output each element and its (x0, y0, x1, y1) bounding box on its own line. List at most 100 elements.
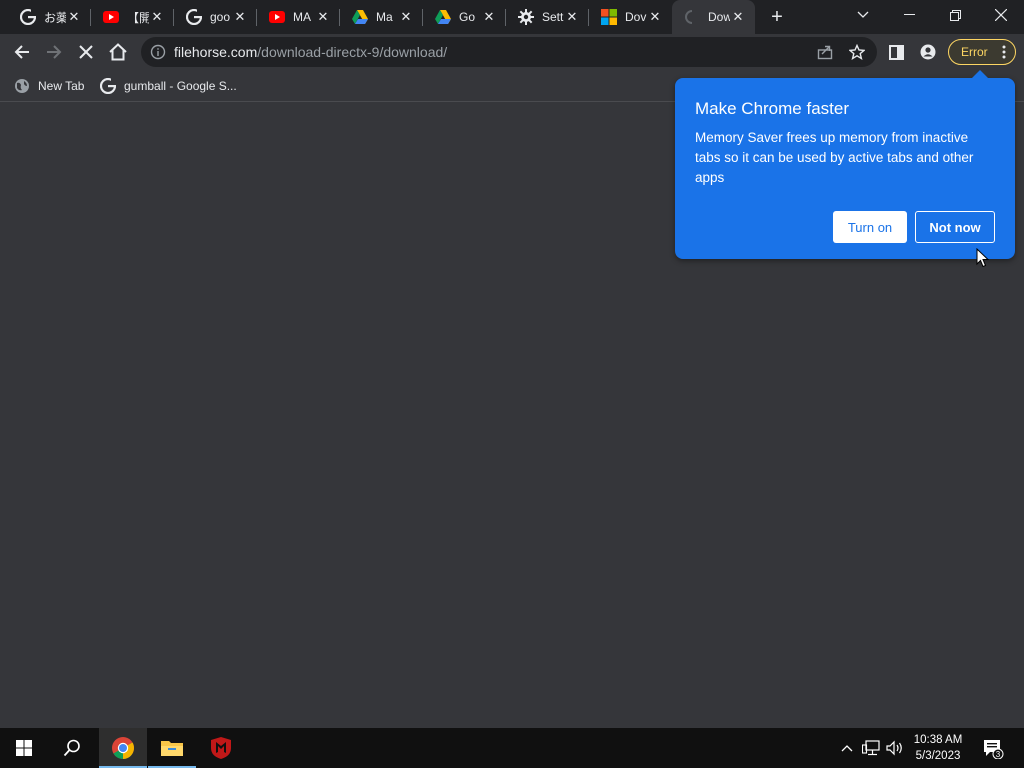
clock-date: 5/3/2023 (915, 750, 961, 762)
google-g-icon (100, 78, 116, 94)
tab-strip: お薬 ✕ 【開 ✕ goo ✕ MA ✕ Ma ✕ Go ✕ Sett ✕ Do… (0, 0, 1024, 34)
taskbar-chrome[interactable] (99, 728, 147, 768)
tab-title: Dow (708, 10, 730, 24)
memory-saver-dialog: Make Chrome faster Memory Saver frees up… (675, 70, 1015, 259)
tab-search-button[interactable] (840, 0, 886, 30)
youtube-icon (269, 9, 285, 25)
not-now-button[interactable]: Not now (915, 211, 995, 243)
new-tab-button[interactable]: + (766, 6, 788, 28)
close-icon[interactable]: ✕ (149, 9, 165, 25)
bookmark-label: gumball - Google S... (124, 79, 237, 93)
popup-arrow (972, 70, 988, 78)
home-button[interactable] (104, 38, 132, 66)
close-icon[interactable]: ✕ (66, 9, 82, 25)
close-icon[interactable]: ✕ (564, 9, 580, 25)
network-button[interactable] (860, 728, 882, 768)
notification-count: 3 (996, 750, 1001, 759)
restore-button[interactable] (932, 0, 978, 30)
mouse-cursor-icon (976, 248, 990, 268)
tab-title: Ma (376, 10, 393, 24)
search-button[interactable] (48, 728, 96, 768)
network-icon (862, 740, 880, 756)
folder-icon (161, 741, 183, 756)
chrome-icon (112, 737, 134, 759)
address-bar[interactable]: filehorse.com/download-directx-9/downloa… (141, 37, 877, 67)
tab-8[interactable]: Dov ✕ (589, 0, 672, 34)
globe-icon (15, 79, 29, 93)
bookmark-star-icon[interactable] (847, 42, 867, 62)
search-icon (63, 739, 80, 757)
tab-title: Dov (625, 10, 647, 24)
chevron-up-icon (841, 745, 853, 752)
tab-title: goo (210, 10, 231, 24)
youtube-icon (103, 9, 119, 25)
side-panel-button[interactable] (882, 38, 910, 66)
close-icon[interactable]: ✕ (232, 9, 248, 25)
speaker-icon (886, 740, 902, 756)
forward-button[interactable] (40, 38, 68, 66)
bookmark-gumball[interactable]: gumball - Google S... (100, 76, 237, 96)
google-g-icon (186, 9, 202, 25)
taskbar-file-explorer[interactable] (148, 728, 196, 768)
taskbar-mcafee[interactable] (198, 728, 244, 768)
url-path: /download-directx-9/download/ (257, 44, 448, 60)
profile-button[interactable] (914, 38, 942, 66)
restore-icon (949, 9, 961, 21)
close-icon (79, 45, 93, 59)
clock-time: 10:38 AM (913, 734, 963, 746)
tab-3[interactable]: goo ✕ (174, 0, 257, 34)
action-center-button[interactable]: 3 (976, 728, 1010, 768)
close-window-button[interactable] (978, 0, 1024, 30)
bookmark-new-tab[interactable]: New Tab (14, 76, 84, 96)
close-icon[interactable]: ✕ (730, 9, 746, 25)
clock[interactable]: 10:38 AM 5/3/2023 (906, 732, 970, 764)
arrow-right-icon (47, 45, 62, 59)
tab-title: Sett (542, 10, 564, 24)
microsoft-icon (601, 9, 617, 25)
loading-spinner-icon (684, 9, 700, 25)
mcafee-shield-icon (211, 737, 231, 759)
volume-button[interactable] (884, 728, 906, 768)
dialog-body: Memory Saver frees up memory from inacti… (695, 130, 974, 185)
tab-1[interactable]: お薬 ✕ (8, 0, 91, 34)
turn-on-button[interactable]: Turn on (833, 211, 907, 243)
minimize-icon (903, 14, 915, 15)
toolbar: filehorse.com/download-directx-9/downloa… (0, 34, 1024, 70)
google-drive-icon (352, 9, 368, 25)
tab-title: 【開 (127, 10, 149, 25)
home-icon (109, 43, 127, 61)
url-text: filehorse.com/download-directx-9/downloa… (174, 44, 447, 60)
arrow-left-icon (14, 45, 29, 59)
more-vert-icon (1002, 45, 1006, 59)
tab-5[interactable]: Ma ✕ (340, 0, 423, 34)
close-icon[interactable]: ✕ (647, 9, 663, 25)
google-g-icon (20, 9, 36, 25)
close-icon[interactable]: ✕ (315, 9, 331, 25)
tab-title: お薬 (44, 10, 66, 25)
tab-6[interactable]: Go ✕ (423, 0, 506, 34)
tab-4[interactable]: MA ✕ (257, 0, 340, 34)
stop-loading-button[interactable] (72, 38, 100, 66)
site-info-icon[interactable] (150, 44, 166, 60)
windows-icon (16, 740, 32, 756)
share-icon[interactable] (815, 42, 835, 62)
bookmark-label: New Tab (38, 79, 85, 93)
google-drive-icon (435, 9, 451, 25)
tab-title: MA (293, 10, 311, 24)
tab-7[interactable]: Sett ✕ (506, 0, 589, 34)
taskbar: 10:38 AM 5/3/2023 3 (0, 728, 1024, 768)
tab-2[interactable]: 【開 ✕ (91, 0, 174, 34)
error-label: Error (961, 45, 988, 59)
show-hidden-icons-button[interactable] (838, 728, 856, 768)
start-button[interactable] (0, 728, 48, 768)
tab-title: Go (459, 10, 476, 24)
close-icon[interactable]: ✕ (398, 9, 414, 25)
notification-icon: 3 (984, 740, 1004, 759)
minimize-button[interactable] (886, 0, 932, 30)
close-icon[interactable]: ✕ (481, 9, 497, 25)
profile-error-button[interactable]: Error (948, 39, 1016, 65)
tab-9-active[interactable]: Dow ✕ (672, 0, 755, 34)
dialog-title: Make Chrome faster (695, 99, 849, 118)
side-panel-icon (888, 44, 904, 60)
back-button[interactable] (8, 38, 36, 66)
